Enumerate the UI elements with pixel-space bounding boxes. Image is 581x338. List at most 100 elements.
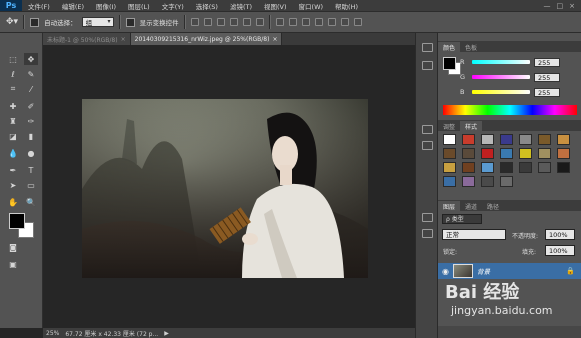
red-slider[interactable]	[472, 60, 530, 64]
zoom-level[interactable]: 25%	[46, 330, 59, 337]
opacity-input[interactable]: 100%	[545, 229, 575, 240]
menu-help[interactable]: 帮助(H)	[329, 1, 364, 11]
hand-tool-icon[interactable]: ✋	[6, 196, 20, 208]
marquee-tool-icon[interactable]: ⬚	[6, 53, 20, 65]
style-swatch[interactable]	[462, 162, 475, 173]
style-swatch[interactable]	[538, 148, 551, 159]
menu-select[interactable]: 选择(S)	[190, 1, 224, 11]
style-swatch[interactable]	[462, 134, 475, 145]
tab-paths[interactable]: 路径	[482, 201, 504, 211]
clone-stamp-tool-icon[interactable]: ♜	[6, 115, 20, 127]
blend-mode-dropdown[interactable]: 正常	[442, 229, 506, 240]
style-swatch[interactable]	[519, 148, 532, 159]
menu-type[interactable]: 文字(Y)	[156, 1, 190, 11]
path-select-tool-icon[interactable]: ➤	[6, 179, 20, 191]
actions-panel-icon[interactable]	[422, 61, 433, 70]
blue-slider[interactable]	[472, 90, 530, 94]
move-tool-icon[interactable]: ✥	[24, 53, 38, 65]
style-swatch[interactable]	[481, 176, 494, 187]
style-swatch[interactable]	[443, 148, 456, 159]
menu-view[interactable]: 视图(V)	[258, 1, 293, 11]
tab-adjustments[interactable]: 调整	[438, 121, 460, 131]
green-slider[interactable]	[472, 75, 530, 79]
align-right-icon[interactable]	[255, 18, 264, 26]
menu-edit[interactable]: 编辑(E)	[56, 1, 90, 11]
zoom-tool-icon[interactable]: 🔍	[24, 196, 38, 208]
style-swatch[interactable]	[557, 148, 570, 159]
layer-name[interactable]: 背景	[477, 266, 490, 276]
align-bottom-icon[interactable]	[216, 18, 225, 26]
visibility-eye-icon[interactable]: ◉	[442, 267, 449, 276]
style-swatch[interactable]	[481, 134, 494, 145]
lasso-tool-icon[interactable]: ℓ	[6, 68, 20, 80]
color-spectrum-bar[interactable]	[443, 105, 577, 115]
dodge-tool-icon[interactable]: ●	[24, 147, 38, 159]
blur-tool-icon[interactable]: 💧	[6, 147, 20, 159]
auto-select-checkbox[interactable]	[30, 17, 40, 27]
style-swatch[interactable]	[557, 162, 570, 173]
align-hcenter-icon[interactable]	[242, 18, 251, 26]
type-tool-icon[interactable]: T	[24, 164, 38, 176]
eyedropper-tool-icon[interactable]: ⁄	[24, 83, 38, 95]
auto-align-icon[interactable]	[353, 18, 362, 26]
maximize-button[interactable]: □	[557, 2, 564, 10]
align-vcenter-icon[interactable]	[203, 18, 212, 26]
style-swatch[interactable]	[500, 134, 513, 145]
properties-panel-icon[interactable]	[422, 125, 433, 134]
close-button[interactable]: ×	[569, 2, 575, 10]
style-swatch[interactable]	[443, 134, 456, 145]
tab-swatches[interactable]: 色板	[460, 42, 482, 52]
menu-window[interactable]: 窗口(W)	[293, 1, 330, 11]
menu-image[interactable]: 图像(I)	[90, 1, 122, 11]
healing-brush-tool-icon[interactable]: ✚	[6, 100, 20, 112]
tab-layers[interactable]: 图层	[438, 201, 461, 211]
style-swatch[interactable]	[519, 134, 532, 145]
tab-photo[interactable]: 20140309215316_nrWiz.jpeg @ 25%(RGB/8) ×	[130, 33, 283, 45]
style-swatch[interactable]	[462, 176, 475, 187]
color-foreground-swatch[interactable]	[443, 57, 456, 70]
layer-filter-dropdown[interactable]: ρ 类型	[442, 214, 482, 224]
tab-close-icon[interactable]: ×	[121, 36, 126, 43]
pen-tool-icon[interactable]: ✒	[6, 164, 20, 176]
style-swatch[interactable]	[500, 176, 513, 187]
status-arrow-icon[interactable]: ▶	[164, 330, 169, 337]
tab-styles[interactable]: 样式	[460, 121, 483, 131]
shape-tool-icon[interactable]: ▭	[24, 179, 38, 191]
distribute-right-icon[interactable]	[340, 18, 349, 26]
history-panel-icon[interactable]	[422, 43, 433, 52]
minimize-button[interactable]: —	[544, 2, 551, 10]
layer-row-background[interactable]: ◉ 背景 🔒	[438, 263, 581, 279]
foreground-color-swatch[interactable]	[9, 213, 25, 229]
document-image[interactable]	[82, 99, 368, 278]
style-swatch[interactable]	[557, 134, 570, 145]
distribute-bottom-icon[interactable]	[301, 18, 310, 26]
tab-channels[interactable]: 通道	[460, 201, 482, 211]
red-value-input[interactable]: 255	[534, 57, 560, 67]
paragraph-panel-icon[interactable]	[422, 229, 433, 238]
character-panel-icon[interactable]	[422, 213, 433, 222]
info-panel-icon[interactable]	[422, 141, 433, 150]
crop-tool-icon[interactable]: ⌗	[6, 83, 20, 95]
tab-untitled[interactable]: 未标题-1 @ 50%(RGB/8) ×	[43, 33, 131, 45]
style-swatch[interactable]	[481, 162, 494, 173]
style-swatch[interactable]	[538, 162, 551, 173]
style-swatch[interactable]	[519, 162, 532, 173]
quick-select-tool-icon[interactable]: ✎	[24, 68, 38, 80]
style-swatch[interactable]	[462, 148, 475, 159]
blue-value-input[interactable]: 255	[534, 87, 560, 97]
eraser-tool-icon[interactable]: ◪	[6, 130, 20, 142]
distribute-left-icon[interactable]	[314, 18, 323, 26]
distribute-vcenter-icon[interactable]	[288, 18, 297, 26]
style-swatch[interactable]	[443, 162, 456, 173]
green-value-input[interactable]: 255	[534, 72, 560, 82]
align-top-icon[interactable]	[190, 18, 199, 26]
style-swatch[interactable]	[443, 176, 456, 187]
quick-mask-icon[interactable]: ◙	[6, 241, 20, 253]
style-swatch[interactable]	[538, 134, 551, 145]
menu-filter[interactable]: 滤镜(T)	[224, 1, 258, 11]
fill-input[interactable]: 100%	[545, 245, 575, 256]
menu-layer[interactable]: 图层(L)	[122, 1, 156, 11]
gradient-tool-icon[interactable]: ▮	[24, 130, 38, 142]
show-transform-checkbox[interactable]	[125, 17, 135, 27]
distribute-top-icon[interactable]	[275, 18, 284, 26]
